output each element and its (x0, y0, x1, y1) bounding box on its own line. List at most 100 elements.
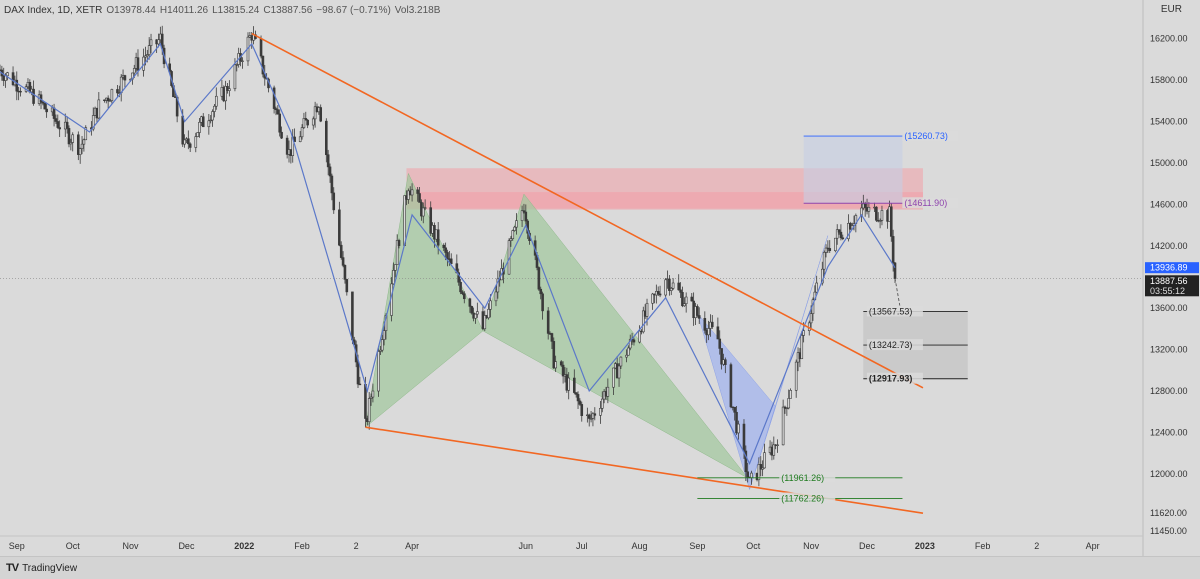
candle-body (550, 333, 554, 342)
candle-body (509, 238, 513, 241)
candle-body (651, 293, 654, 304)
candle-body (841, 237, 845, 240)
candle-body (669, 288, 673, 291)
tradingview-wordmark: TradingView (22, 562, 78, 574)
candle-body (671, 282, 675, 289)
tradingview-logo[interactable]: TV TradingView (6, 562, 77, 574)
candle-body (416, 189, 419, 194)
candle-body (65, 121, 69, 129)
candle-body (664, 279, 667, 296)
price-tick-label: 14200.00 (1150, 241, 1188, 251)
time-tick-label: Apr (405, 541, 419, 551)
candle-body (132, 68, 136, 74)
candle-body (718, 338, 722, 349)
candle-body (880, 210, 884, 221)
level-label: (11762.26) (781, 493, 824, 503)
candle-body (679, 289, 682, 293)
currency-label[interactable]: EUR (1161, 4, 1182, 15)
candle-body (241, 60, 244, 63)
candle-body (474, 313, 477, 319)
candle-body (345, 279, 349, 293)
candle-body (380, 339, 384, 351)
time-tick-label: Dec (178, 541, 195, 551)
price-tick-label: 13600.00 (1150, 303, 1188, 313)
candle-body (421, 207, 425, 217)
time-tick-label: Oct (746, 541, 761, 551)
time-tick-label: Nov (803, 541, 820, 551)
price-tick-label: 15000.00 (1150, 158, 1188, 168)
candle-body (729, 364, 733, 408)
candle-body (763, 452, 766, 469)
level-label: (14611.90) (904, 198, 947, 208)
candle-body (619, 356, 623, 367)
time-tick-label: Sep (689, 541, 705, 551)
candle-body (875, 206, 878, 221)
candle-body (377, 351, 380, 392)
candle-body (707, 328, 710, 336)
candle-body (781, 406, 785, 446)
candle-body (645, 302, 649, 317)
ohlc-high: H14011.26 (159, 4, 209, 16)
time-tick-label: Apr (1086, 541, 1100, 551)
bar-countdown: 03:55:12 (1150, 286, 1185, 296)
candle-body (750, 472, 753, 478)
candle-body (449, 258, 453, 264)
candle-body (837, 229, 841, 233)
candle-body (306, 119, 309, 126)
candle-body (593, 413, 597, 416)
candle-body (213, 105, 216, 112)
candle-body (576, 394, 580, 402)
candle-body (572, 377, 576, 393)
candle-body (19, 90, 22, 93)
candle-body (690, 296, 694, 302)
candle-body (196, 132, 199, 137)
candle-body (332, 192, 336, 211)
price-tick-label: 13200.00 (1150, 345, 1188, 355)
chart-app: (15260.73) (14611.90) (13567.53) (13242.73)… (0, 0, 1200, 579)
price-tick-label: 15400.00 (1150, 117, 1188, 127)
candle-body (889, 206, 893, 237)
candle-body (513, 226, 516, 231)
candle-body (393, 264, 397, 271)
candle-body (198, 121, 201, 133)
time-tick-label: 2 (354, 541, 359, 551)
candle-body (468, 298, 472, 307)
time-tick-label: Feb (975, 541, 991, 551)
time-tick-label: 2 (1034, 541, 1039, 551)
price-tick-label: 16200.00 (1150, 34, 1188, 44)
candle-body (487, 308, 490, 319)
candle-body (116, 89, 119, 94)
candle-body (211, 111, 214, 121)
candle-body (891, 236, 895, 264)
candle-body (188, 143, 192, 148)
candle-body (58, 127, 61, 130)
candle-body (539, 288, 543, 295)
price-chart[interactable]: (15260.73) (14611.90) (13567.53) (13242.73)… (0, 0, 1200, 556)
candle-body (341, 257, 345, 266)
ohlc-close: C13887.56 (263, 4, 313, 16)
candle-body (280, 131, 283, 139)
candle-body (207, 120, 211, 128)
candle-body (462, 293, 466, 300)
candle-body (52, 107, 56, 119)
price-tick-label: 14600.00 (1150, 199, 1188, 209)
candle-body (364, 384, 367, 419)
candle-body (403, 195, 406, 246)
candle-body (300, 127, 304, 138)
candle-body (328, 166, 332, 177)
level-label: (15260.73) (904, 131, 948, 141)
time-tick-label: Jun (519, 541, 534, 551)
candle-body (32, 88, 35, 104)
trendline (365, 426, 924, 514)
candle-body (863, 203, 867, 208)
candle-body (446, 252, 449, 260)
candle-body (78, 148, 82, 155)
candle-body (587, 414, 591, 419)
time-tick-label: Oct (66, 541, 81, 551)
last-price-label: 13887.56 (1150, 276, 1188, 286)
candle-body (554, 361, 557, 369)
symbol-name[interactable]: DAX Index, 1D, XETR (4, 5, 102, 16)
candle-body (828, 248, 832, 252)
time-tick-label: 2023 (915, 541, 935, 551)
price-tick-label: 12400.00 (1150, 427, 1188, 437)
